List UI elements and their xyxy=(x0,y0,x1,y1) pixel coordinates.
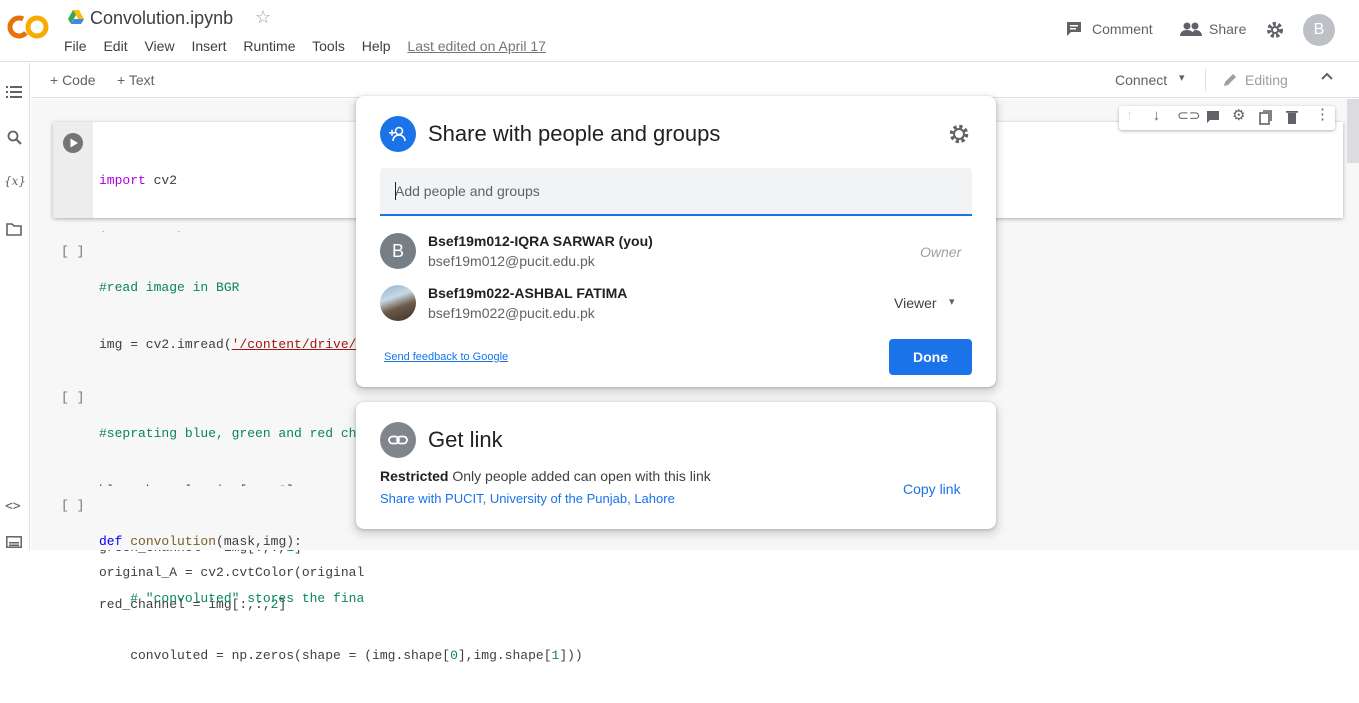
left-rail: {x} <> xyxy=(0,63,30,550)
search-icon[interactable] xyxy=(7,130,22,150)
cell-settings-icon[interactable]: ⚙ xyxy=(1232,107,1245,126)
cell-run-bracket[interactable]: [ ] xyxy=(61,242,84,261)
person-email: bsef19m022@pucit.edu.pk xyxy=(428,305,595,321)
cell-comment-icon[interactable] xyxy=(1206,110,1220,130)
link-icon xyxy=(380,422,416,458)
menu-view[interactable]: View xyxy=(144,38,174,54)
menu-file[interactable]: File xyxy=(64,38,87,54)
person-name: Bsef19m022-ASHBAL FATIMA xyxy=(428,285,628,301)
menu-bar: File Edit View Insert Runtime Tools Help… xyxy=(64,38,559,54)
menu-insert[interactable]: Insert xyxy=(191,38,226,54)
move-down-icon[interactable]: ↓ xyxy=(1152,107,1161,126)
menu-runtime[interactable]: Runtime xyxy=(243,38,295,54)
done-button[interactable]: Done xyxy=(889,339,972,375)
toolbar-divider xyxy=(1205,69,1206,91)
last-edited-link[interactable]: Last edited on April 17 xyxy=(407,38,546,54)
connect-button[interactable]: Connect xyxy=(1115,72,1167,88)
person-name: Bsef19m012-IQRA SARWAR (you) xyxy=(428,233,653,249)
code-line: # "convoluted" stores the fina xyxy=(99,591,365,606)
folder-icon[interactable] xyxy=(6,223,22,241)
terminal-icon[interactable] xyxy=(6,535,22,553)
code-line: img = cv2.imread('/content/drive/M xyxy=(99,337,365,352)
code-line: #read image in BGR xyxy=(99,280,240,295)
viewer-avatar xyxy=(380,285,416,321)
connect-dropdown-icon[interactable]: ▾ xyxy=(1179,71,1185,84)
add-text-button[interactable]: + Text xyxy=(117,72,155,88)
more-options-icon[interactable]: ⋮ xyxy=(1315,106,1330,125)
restricted-label[interactable]: Restricted xyxy=(380,468,448,484)
share-dialog: Share with people and groups Add people … xyxy=(356,96,996,387)
menu-help[interactable]: Help xyxy=(362,38,391,54)
toc-icon[interactable] xyxy=(6,85,22,104)
menu-edit[interactable]: Edit xyxy=(103,38,127,54)
add-code-button[interactable]: + Code xyxy=(50,72,96,88)
notebook-toolbar: + Code + Text Connect ▾ Editing xyxy=(31,63,1359,98)
people-icon[interactable] xyxy=(1180,22,1202,39)
role-owner: Owner xyxy=(920,244,962,260)
cell-run-bracket[interactable]: [ ] xyxy=(61,496,84,515)
move-up-icon[interactable]: ↑ xyxy=(1125,107,1134,126)
share-settings-icon[interactable] xyxy=(948,123,970,150)
editing-mode-label[interactable]: Editing xyxy=(1245,72,1288,88)
share-with-org-link[interactable]: Share with PUCIT, University of the Punj… xyxy=(380,491,675,506)
code-snippets-icon[interactable]: <> xyxy=(5,499,21,514)
menu-tools[interactable]: Tools xyxy=(312,38,345,54)
get-link-dialog: Get link Restricted Only people added ca… xyxy=(356,402,996,529)
gear-icon[interactable] xyxy=(1265,20,1285,43)
get-link-title: Get link xyxy=(428,427,503,452)
mirror-cell-icon[interactable] xyxy=(1259,110,1272,131)
share-button[interactable]: Share xyxy=(1209,21,1246,37)
owner-avatar: B xyxy=(380,233,416,269)
cell-run-bracket[interactable]: [ ] xyxy=(61,388,84,407)
comment-button[interactable]: Comment xyxy=(1092,21,1153,37)
share-dialog-title: Share with people and groups xyxy=(428,121,721,146)
comment-icon[interactable] xyxy=(1065,20,1083,41)
add-people-input[interactable]: Add people and groups xyxy=(380,168,972,216)
restricted-description: Only people added can open with this lin… xyxy=(452,468,711,484)
add-people-placeholder: Add people and groups xyxy=(395,183,540,199)
delete-cell-icon[interactable] xyxy=(1286,110,1298,130)
collapse-header-icon[interactable] xyxy=(1320,69,1334,88)
add-person-icon xyxy=(380,116,416,152)
code-line: import cv2 xyxy=(99,173,178,188)
cell-toolbar: ↑ ↓ ⊂⊃ ⚙ ⋮ xyxy=(1119,106,1335,130)
link-icon[interactable]: ⊂⊃ xyxy=(1177,108,1200,127)
notebook-title[interactable]: Convolution.ipynb xyxy=(90,8,233,29)
code-line: convoluted = np.zeros(shape = (img.shape… xyxy=(99,648,583,663)
scrollbar-thumb[interactable] xyxy=(1347,99,1359,163)
pencil-icon[interactable] xyxy=(1222,72,1238,93)
copy-link-button[interactable]: Copy link xyxy=(903,481,961,497)
role-viewer-dropdown[interactable]: Viewer xyxy=(894,295,937,311)
top-bar: Convolution.ipynb ☆ File Edit View Inser… xyxy=(0,0,1359,62)
role-dropdown-icon[interactable]: ▾ xyxy=(949,295,955,308)
colab-logo[interactable] xyxy=(6,12,50,47)
text-cursor xyxy=(395,182,396,200)
person-email: bsef19m012@pucit.edu.pk xyxy=(428,253,595,269)
drive-icon[interactable] xyxy=(68,10,84,29)
restriction-summary: Restricted Only people added can open wi… xyxy=(380,468,711,484)
variables-icon[interactable]: {x} xyxy=(4,174,26,188)
account-avatar[interactable]: B xyxy=(1303,14,1335,46)
send-feedback-link[interactable]: Send feedback to Google xyxy=(384,351,508,363)
code-line: def convolution(mask,img): xyxy=(99,534,302,549)
star-icon[interactable]: ☆ xyxy=(255,7,271,28)
run-cell-button[interactable] xyxy=(63,133,83,153)
